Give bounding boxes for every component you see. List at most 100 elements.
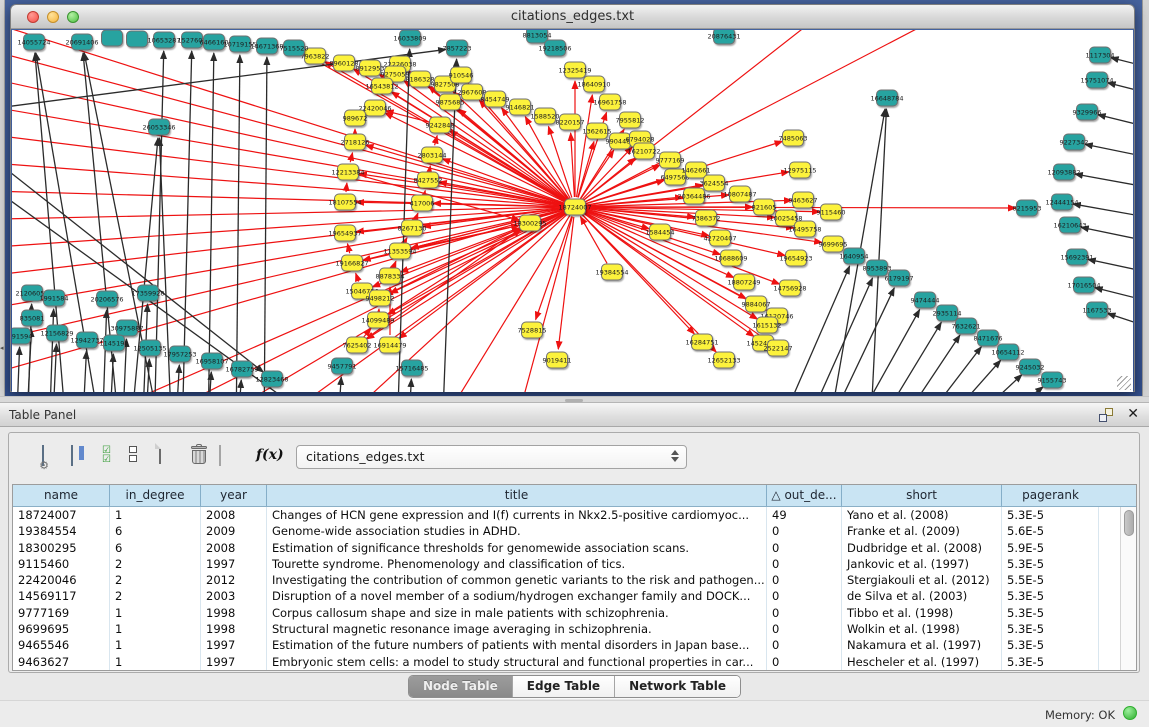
graph-node[interactable]: 417006 [411, 195, 433, 212]
table-row[interactable]: 1830029562008Estimation of significance … [13, 540, 1136, 556]
graph-node[interactable]: 9884067 [745, 296, 767, 313]
column-header-pagerank[interactable]: pagerank [1002, 485, 1099, 506]
graph-node[interactable]: 7955812 [619, 112, 641, 129]
graph-node[interactable]: 16210643 [1059, 217, 1081, 234]
graph-node[interactable]: 10807487 [729, 186, 751, 203]
select-rows-icon[interactable]: ☑☑ [102, 446, 111, 464]
graph-node[interactable]: 18724007 [564, 199, 586, 216]
column-header-out_de[interactable]: △ out_de... [767, 485, 842, 506]
column-header-short[interactable]: short [842, 485, 1002, 506]
graph-node[interactable]: 2522147 [767, 340, 789, 357]
graph-node[interactable]: 9242848 [429, 117, 451, 134]
column-header-in_degree[interactable]: in_degree [110, 485, 201, 506]
network-file-select[interactable]: citations_edges.txt [296, 445, 687, 469]
graph-node[interactable]: 6179197 [888, 270, 910, 287]
graph-node[interactable]: 11353594 [389, 243, 411, 260]
table-row[interactable]: 946554611997Estimation of the future num… [13, 637, 1136, 653]
graph-node[interactable]: 20206576 [96, 291, 118, 308]
left-panel-divider[interactable]: ◂ [0, 0, 5, 396]
graph-node[interactable]: 10688609 [720, 250, 742, 267]
graph-node[interactable]: 12823468 [261, 371, 283, 388]
graph-node[interactable]: 17957253 [169, 346, 191, 363]
graph-node[interactable]: 20691406 [71, 34, 93, 51]
graph-node[interactable]: 9227342 [1063, 134, 1085, 151]
graph-node[interactable]: 16958107 [201, 353, 223, 370]
graph-node[interactable]: 9155743 [1041, 372, 1063, 389]
graph-node[interactable]: 12093882 [1053, 164, 1075, 181]
graph-node[interactable]: 1527602 [181, 32, 203, 49]
graph-node[interactable]: 16284751 [691, 334, 713, 351]
close-panel-icon[interactable]: ✕ [1127, 406, 1139, 422]
graph-node[interactable]: 12325419 [564, 62, 586, 79]
window-resize-grip[interactable] [1117, 376, 1131, 390]
right-panel-edge[interactable] [1142, 0, 1149, 396]
graph-node[interactable]: 10653287 [153, 32, 175, 49]
graph-node[interactable]: 835081 [21, 310, 43, 327]
graph-node[interactable]: 16961758 [599, 94, 621, 111]
table-row[interactable]: 911546021997Tourette syndrome. Phenomeno… [13, 556, 1136, 572]
graph-node[interactable]: 8454749 [484, 91, 506, 108]
graph-node[interactable]: 9457791 [331, 358, 353, 375]
horizontal-splitter[interactable] [0, 396, 1149, 403]
graph-node[interactable]: 14099489 [367, 312, 389, 329]
graph-node[interactable]: 12444154 [1051, 194, 1073, 211]
graph-node[interactable]: 3624554 [703, 175, 725, 192]
graph-node[interactable]: 1145194 [103, 335, 125, 352]
graph-node[interactable]: 17359928 [137, 285, 159, 302]
graph-node[interactable]: 7963822 [304, 48, 326, 65]
graph-node[interactable]: 15751074 [1086, 72, 1108, 89]
graph-node[interactable]: 2967608 [461, 84, 483, 101]
graph-node[interactable]: 7857223 [446, 40, 468, 57]
graph-node[interactable]: 17016504 [1073, 277, 1095, 294]
graph-node[interactable]: 18107554 [334, 194, 356, 211]
graph-node[interactable]: 8878334 [379, 268, 401, 285]
graph-node[interactable]: 26053346 [148, 119, 170, 136]
tab-node-table[interactable]: Node Table [409, 676, 513, 697]
graph-node[interactable]: 8427552 [417, 172, 439, 189]
graph-node[interactable]: 15692391 [1066, 249, 1088, 266]
graph-node[interactable]: 10654112 [997, 344, 1019, 361]
graph-node[interactable]: 391594 [12, 328, 31, 345]
graph-node[interactable]: 9115460 [820, 204, 842, 221]
graph-node[interactable]: 7528815 [521, 322, 543, 339]
table-row[interactable]: 977716911998Corpus callosum shape and si… [13, 605, 1136, 621]
graph-node[interactable]: 9498212 [369, 290, 391, 307]
graph-node[interactable]: 6466160 [203, 34, 225, 51]
graph-node[interactable] [101, 30, 123, 47]
graph-node[interactable]: 6497568 [664, 169, 686, 186]
graph-node[interactable]: 821605 [753, 199, 775, 216]
graph-node[interactable]: 8960128 [333, 55, 355, 72]
graph-node[interactable]: 12156829 [46, 325, 68, 342]
graph-node[interactable]: 1117304 [1089, 47, 1111, 64]
graph-node[interactable]: 8215953 [1016, 200, 1038, 217]
graph-node[interactable]: 1167533 [1086, 302, 1108, 319]
graph-node[interactable]: 42720407 [709, 230, 731, 247]
column-header-year[interactable]: year [201, 485, 267, 506]
graph-node[interactable]: 1615132 [756, 317, 778, 334]
tab-edge-table[interactable]: Edge Table [513, 676, 615, 697]
graph-node[interactable]: 9875685 [439, 94, 461, 111]
table-settings-icon[interactable]: ⚙ [42, 446, 44, 465]
graph-node[interactable]: 22420046 [364, 100, 386, 117]
graph-node[interactable]: 8471676 [977, 330, 999, 347]
column-header-title[interactable]: title [267, 485, 767, 506]
function-builder-icon[interactable]: f(x) [256, 447, 284, 463]
graph-node[interactable]: 16033809 [399, 30, 421, 47]
scrollbar-thumb[interactable] [1124, 510, 1134, 536]
graph-node[interactable]: 10719155 [229, 36, 251, 53]
table-row[interactable]: 946362711997Embryonic stem cells: a mode… [13, 654, 1136, 670]
graph-node[interactable]: 14055724 [23, 34, 45, 51]
graph-node[interactable] [126, 31, 148, 48]
graph-node[interactable]: 21206059 [21, 285, 43, 302]
graph-node[interactable]: 989672 [344, 110, 366, 127]
graph-node[interactable]: 20364486 [683, 188, 705, 205]
graph-node[interactable]: 9245032 [1019, 359, 1041, 376]
network-canvas[interactable]: 1872400779638228960128891295322226038927… [12, 30, 1133, 392]
graph-node[interactable]: 12213384 [337, 164, 359, 181]
graph-node[interactable]: 1584454 [649, 224, 671, 241]
graph-node[interactable]: 19166827 [341, 255, 363, 272]
graph-node[interactable]: 16782759 [231, 361, 253, 378]
graph-node[interactable]: 9019411 [546, 352, 568, 369]
table-row[interactable]: 1938455462009Genome-wide association stu… [13, 523, 1136, 539]
graph-node[interactable]: 16210722 [633, 143, 655, 160]
